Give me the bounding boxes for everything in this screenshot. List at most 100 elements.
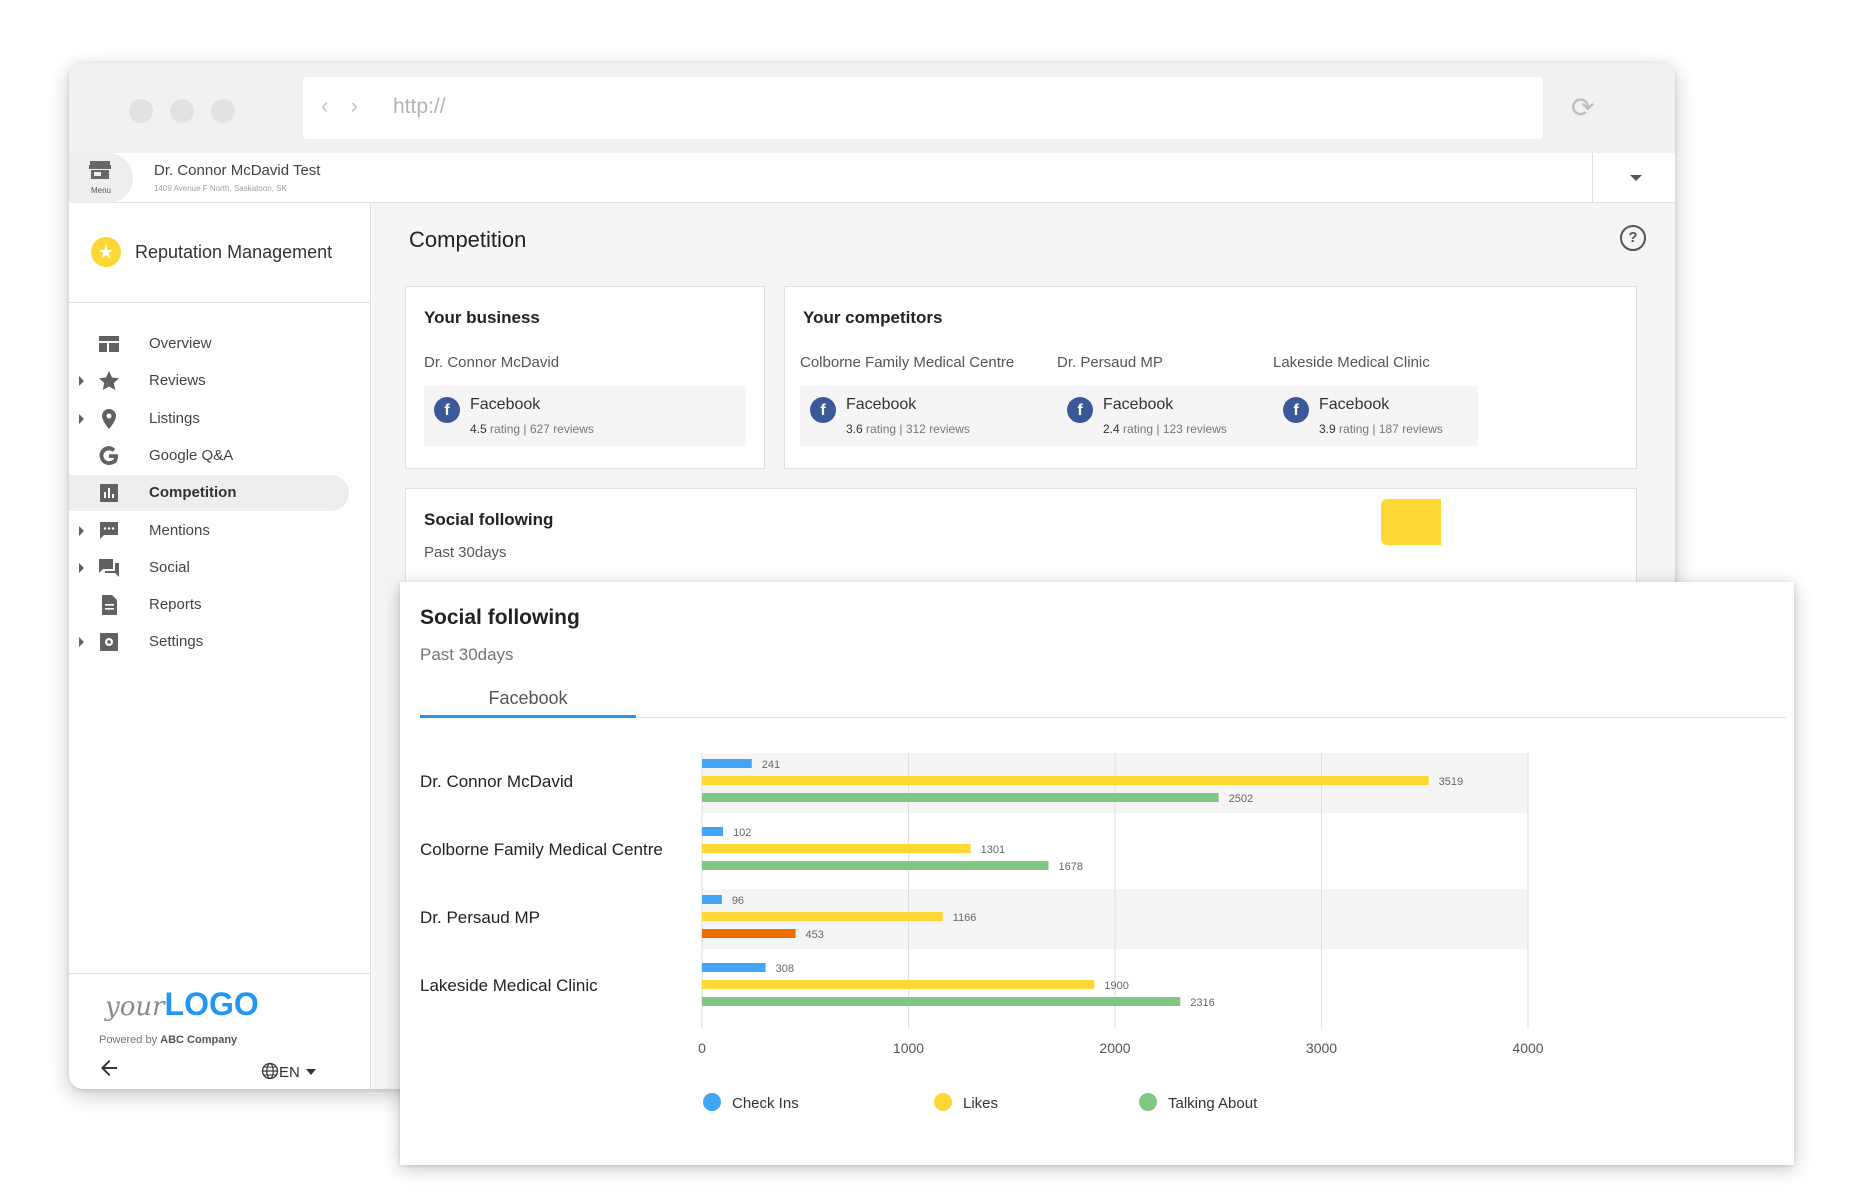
your-business-name: Dr. Connor McDavid — [424, 354, 560, 371]
sidebar-item-overview[interactable]: Overview — [69, 326, 349, 362]
bar-value-label: 1678 — [1059, 861, 1083, 873]
competitor-name: Lakeside Medical Clinic — [1273, 354, 1430, 371]
sidebar-item-label: Competition — [149, 484, 237, 501]
bar-talking-about — [702, 997, 1181, 1006]
bar-check-ins — [702, 963, 766, 972]
expand-arrow-icon[interactable] — [79, 526, 84, 536]
social-following-chart: Dr. Connor McDavid 241 3519 2502 Colborne Fa… — [420, 753, 1544, 1112]
legend-label: Check Ins — [732, 1095, 799, 1112]
sidebar-footer: yourLOGO Powered by ABC Company EN — [69, 973, 371, 1089]
document-icon — [102, 595, 117, 615]
url-text[interactable]: http:// — [393, 95, 446, 119]
sidebar-item-settings[interactable]: Settings — [69, 624, 349, 660]
forum-icon — [99, 559, 119, 577]
category-label: Dr. Persaud MP — [420, 908, 540, 927]
star-icon — [99, 371, 119, 390]
expand-arrow-icon[interactable] — [79, 563, 84, 573]
sidebar: ★ Reputation Management Overview Reviews L… — [69, 203, 371, 1089]
your-business-source[interactable]: f Facebook 4.5 rating | 627 reviews — [424, 386, 746, 446]
menu-label: Menu — [90, 186, 111, 195]
chat-bubble-icon — [100, 522, 118, 539]
google-icon — [99, 446, 118, 466]
window-maximize-dot[interactable] — [211, 99, 235, 123]
settings-icon — [100, 633, 118, 651]
bar-value-label: 2502 — [1229, 793, 1253, 805]
sidebar-item-label: Overview — [149, 335, 212, 352]
sidebar-item-reports[interactable]: Reports — [69, 587, 349, 623]
bar-value-label: 102 — [733, 827, 751, 839]
sidebar-item-mentions[interactable]: Mentions — [69, 513, 349, 549]
sidebar-item-listings[interactable]: Listings — [69, 401, 349, 437]
product-title: Reputation Management — [135, 242, 333, 262]
bar-value-label: 1301 — [981, 844, 1005, 856]
sidebar-item-label: Reviews — [149, 372, 206, 389]
legend-swatch — [703, 1093, 721, 1111]
feedback-tab[interactable] — [1381, 499, 1441, 545]
facebook-icon: f — [434, 397, 460, 423]
bar-talking-about — [702, 793, 1219, 802]
x-tick-label: 2000 — [1099, 1040, 1130, 1056]
sidebar-item-label: Listings — [149, 410, 200, 427]
x-tick-label: 0 — [698, 1040, 706, 1056]
back-arrow-icon[interactable] — [97, 1056, 121, 1080]
back-forward-icon[interactable]: ‹ › — [321, 93, 366, 119]
reload-icon[interactable]: ⟳ — [1571, 91, 1594, 124]
bar-value-label: 1166 — [953, 912, 977, 924]
bar-value-label: 1900 — [1104, 980, 1128, 992]
bar-likes — [702, 776, 1429, 785]
competitors-card: Your competitors Colborne Family Medical… — [784, 286, 1637, 469]
language-selector[interactable]: EN — [261, 1062, 316, 1081]
bar-check-ins — [702, 759, 752, 768]
expand-arrow-icon[interactable] — [79, 376, 84, 386]
legend-swatch — [1139, 1093, 1157, 1111]
expand-arrow-icon[interactable] — [79, 637, 84, 647]
language-code: EN — [279, 1064, 300, 1081]
sidebar-item-social[interactable]: Social — [69, 550, 349, 586]
competitor-source[interactable]: f Facebook 3.9 rating | 187 reviews — [1273, 386, 1478, 446]
app-bar: Menu Dr. Connor McDavid Test 1409 Avenue… — [69, 153, 1675, 203]
legend-swatch — [934, 1093, 952, 1111]
appbar-divider — [1592, 153, 1593, 203]
window-minimize-dot[interactable] — [170, 99, 194, 123]
facebook-icon: f — [1283, 397, 1309, 423]
language-dropdown-icon — [305, 1069, 316, 1075]
store-icon — [89, 161, 111, 179]
menu-button[interactable]: Menu — [69, 153, 133, 203]
page-title: Competition — [409, 227, 527, 252]
expand-arrow-icon[interactable] — [79, 414, 84, 424]
bar-check-ins — [702, 827, 724, 836]
social-following-heading-behind: Social following — [424, 510, 554, 529]
product-header: ★ Reputation Management — [69, 203, 371, 303]
globe-icon — [261, 1062, 279, 1080]
help-icon[interactable]: ? — [1620, 225, 1646, 251]
your-business-card: Your business Dr. Connor McDavid f Faceb… — [405, 286, 765, 469]
category-label: Lakeside Medical Clinic — [420, 976, 598, 995]
facebook-icon: f — [810, 397, 836, 423]
bar-value-label: 453 — [806, 929, 824, 941]
account-name: Dr. Connor McDavid Test — [154, 162, 321, 179]
bar-value-label: 3519 — [1439, 776, 1463, 788]
sidebar-item-reviews[interactable]: Reviews — [69, 363, 349, 399]
x-tick-label: 3000 — [1306, 1040, 1337, 1056]
star-badge-icon: ★ — [91, 237, 121, 267]
bar-check-ins — [702, 895, 722, 904]
legend-label: Likes — [963, 1095, 998, 1112]
bar-value-label: 308 — [776, 963, 794, 975]
sidebar-item-google-q-a[interactable]: Google Q&A — [69, 438, 349, 474]
bar-talking-about — [702, 861, 1049, 870]
competitor-source[interactable]: f Facebook 2.4 rating | 123 reviews — [1057, 386, 1273, 446]
sidebar-item-competition[interactable]: Competition — [69, 475, 349, 511]
account-address: 1409 Avenue F North, Saskatoon, SK — [154, 184, 287, 193]
bar-likes — [702, 912, 943, 921]
legend-label: Talking About — [1168, 1095, 1258, 1112]
competitors-heading: Your competitors — [803, 308, 943, 327]
competitor-name: Dr. Persaud MP — [1057, 354, 1163, 371]
sidebar-item-label: Mentions — [149, 522, 210, 539]
competitor-source[interactable]: f Facebook 3.6 rating | 312 reviews — [800, 386, 1057, 446]
window-close-dot[interactable] — [129, 99, 153, 123]
browser-chrome: ‹ › http:// ⟳ — [69, 63, 1675, 153]
account-dropdown-icon[interactable] — [1630, 175, 1642, 181]
bar-value-label: 241 — [762, 759, 780, 771]
address-bar[interactable]: ‹ › http:// — [303, 77, 1543, 139]
powered-by: Powered by ABC Company — [99, 1034, 238, 1046]
